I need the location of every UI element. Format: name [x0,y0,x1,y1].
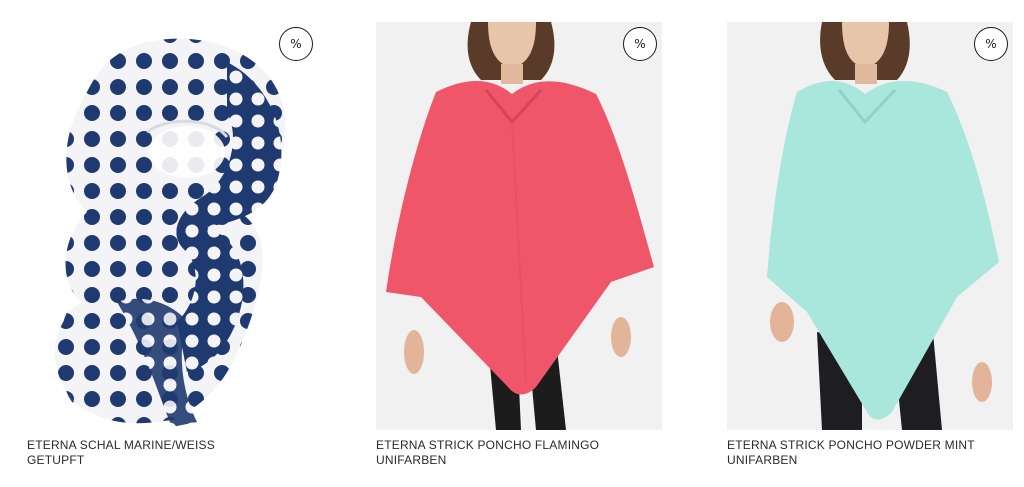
product-card[interactable]: % ETERNA STRICK PONCHO POWDER MINT UNIFA… [727,0,1024,468]
product-name-line: UNIFARBEN [376,453,447,467]
poncho-product-image [767,22,999,430]
sale-badge[interactable]: % [279,27,313,61]
product-name-link[interactable]: ETERNA STRICK PONCHO POWDER MINT UNIFARB… [727,438,1024,468]
scarf-product-image [55,38,286,427]
sale-badge[interactable]: % [623,27,657,61]
product-image-link[interactable]: % [376,22,662,430]
product-name-link[interactable]: ETERNA SCHAL MARINE/WEISS GETUPFT [27,438,327,468]
poncho-product-image [386,22,654,430]
sale-badge[interactable]: % [974,27,1008,61]
product-name-line: UNIFARBEN [727,453,798,467]
product-name-line: ETERNA STRICK PONCHO POWDER MINT [727,438,975,452]
product-image-link[interactable]: % [27,22,313,430]
product-card[interactable]: % ETERNA STRICK PONCHO FLAMINGO UNIFARBE… [376,0,676,468]
product-name-link[interactable]: ETERNA STRICK PONCHO FLAMINGO UNIFARBEN [376,438,676,468]
product-name-line: GETUPFT [27,453,85,467]
product-name-line: ETERNA SCHAL MARINE/WEISS [27,438,215,452]
product-card[interactable]: % ETERNA SCHAL MARINE/WEISS GETUPFT [27,0,327,468]
product-image-link[interactable]: % [727,22,1013,430]
product-grid: % ETERNA SCHAL MARINE/WEISS GETUPFT % ET… [0,0,1024,487]
product-name-line: ETERNA STRICK PONCHO FLAMINGO [376,438,600,452]
